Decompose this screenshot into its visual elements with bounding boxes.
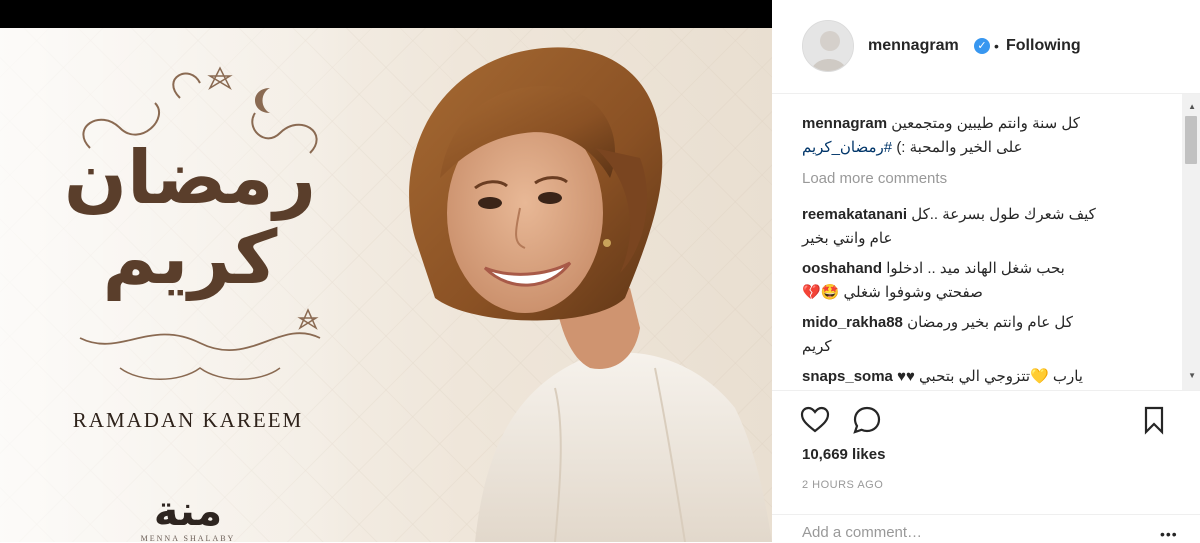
scroll-up-arrow-icon[interactable]: ▲ [1188,102,1196,111]
comment-text: كيف شعرك طول بسرعة ..كل [911,206,1096,223]
verified-badge-icon: ✓ [974,38,990,54]
comment-text-cont: صفحتي وشوفوا شغلي 🤩💔 [802,284,983,301]
scrollbar[interactable]: ▲ ▼ [1182,94,1200,390]
comments-list[interactable]: mennagram كل سنة وانتم طيبين ومتجمعين عل… [772,94,1200,390]
avatar-image [803,21,853,71]
avatar[interactable] [802,20,854,72]
add-comment-area: ••• [772,514,1200,543]
post-timestamp[interactable]: 2 HOURS AGO [802,479,883,491]
more-options-icon[interactable]: ••• [1160,526,1178,542]
caption-line-1: كل سنة وانتم طيبين ومتجمعين [891,115,1080,132]
comment-username[interactable]: mido_rakha88 [802,314,903,331]
brand-name: MENNA SHALABY [140,534,236,542]
ornament-swirls-bottom [79,308,321,380]
list-item: mido_rakha88 كل عام وانتم بخير ورمضان كر… [802,311,1172,359]
comment-text: كل عام وانتم بخير ورمضان [907,314,1073,331]
caption: mennagram كل سنة وانتم طيبين ومتجمعين عل… [802,112,1172,160]
comment-username[interactable]: snaps_soma [802,368,893,385]
brand-logo: منة MENNA SHALABY [128,486,248,543]
following-button[interactable]: Following [1006,37,1081,55]
list-item: snaps_soma يارب 💛تتزوجي الي بتحبي ♥♥ [802,365,1172,389]
post-header: mennagram ✓ • Following [772,0,1200,94]
scrollbar-thumb[interactable] [1185,116,1197,164]
heart-icon[interactable] [798,403,832,437]
comment-input[interactable] [800,523,1144,542]
caption-hashtag[interactable]: #رمضان_كريم [802,139,892,156]
scroll-down-arrow-icon[interactable]: ▼ [1188,371,1196,380]
bookmark-icon[interactable] [1137,403,1171,437]
list-item: ooshahand بحب شغل الهاند ميد .. ادخلوا ص… [802,257,1172,305]
post-sidebar: mennagram ✓ • Following mennagram كل سنة… [772,0,1200,542]
list-item: reemakatanani كيف شعرك طول بسرعة ..كل عا… [802,203,1172,251]
comment-text-cont: كريم [802,338,832,355]
caption-line-2: على الخير والمحبة :) [896,139,1023,156]
image-top-bar [0,0,772,28]
comment-text: بحب شغل الهاند ميد .. ادخلوا [886,260,1065,277]
comment-text: يارب 💛تتزوجي الي بتحبي ♥♥ [897,368,1083,385]
caption-username[interactable]: mennagram [802,115,887,132]
woman-portrait [409,47,772,542]
comment-icon[interactable] [850,403,884,437]
comment-username[interactable]: reemakatanani [802,206,907,223]
load-more-comments[interactable]: Load more comments [802,170,947,187]
brand-mark: منة [153,486,223,535]
post-image[interactable]: رمضان كريم RAMADAN KAREEM منة MENNA SHAL… [0,28,772,542]
comment-username[interactable]: ooshahand [802,260,882,277]
header-separator: • [994,38,999,54]
comment-text-cont: عام وانتي بخير [802,230,893,247]
ramadan-kareem-english: RAMADAN KAREEM [72,408,304,432]
likes-count[interactable]: 10,669 likes [802,446,885,463]
header-username[interactable]: mennagram [868,37,959,55]
ramadan-kareem-calligraphy: رمضان كريم [63,135,317,301]
action-bar [772,390,1200,447]
